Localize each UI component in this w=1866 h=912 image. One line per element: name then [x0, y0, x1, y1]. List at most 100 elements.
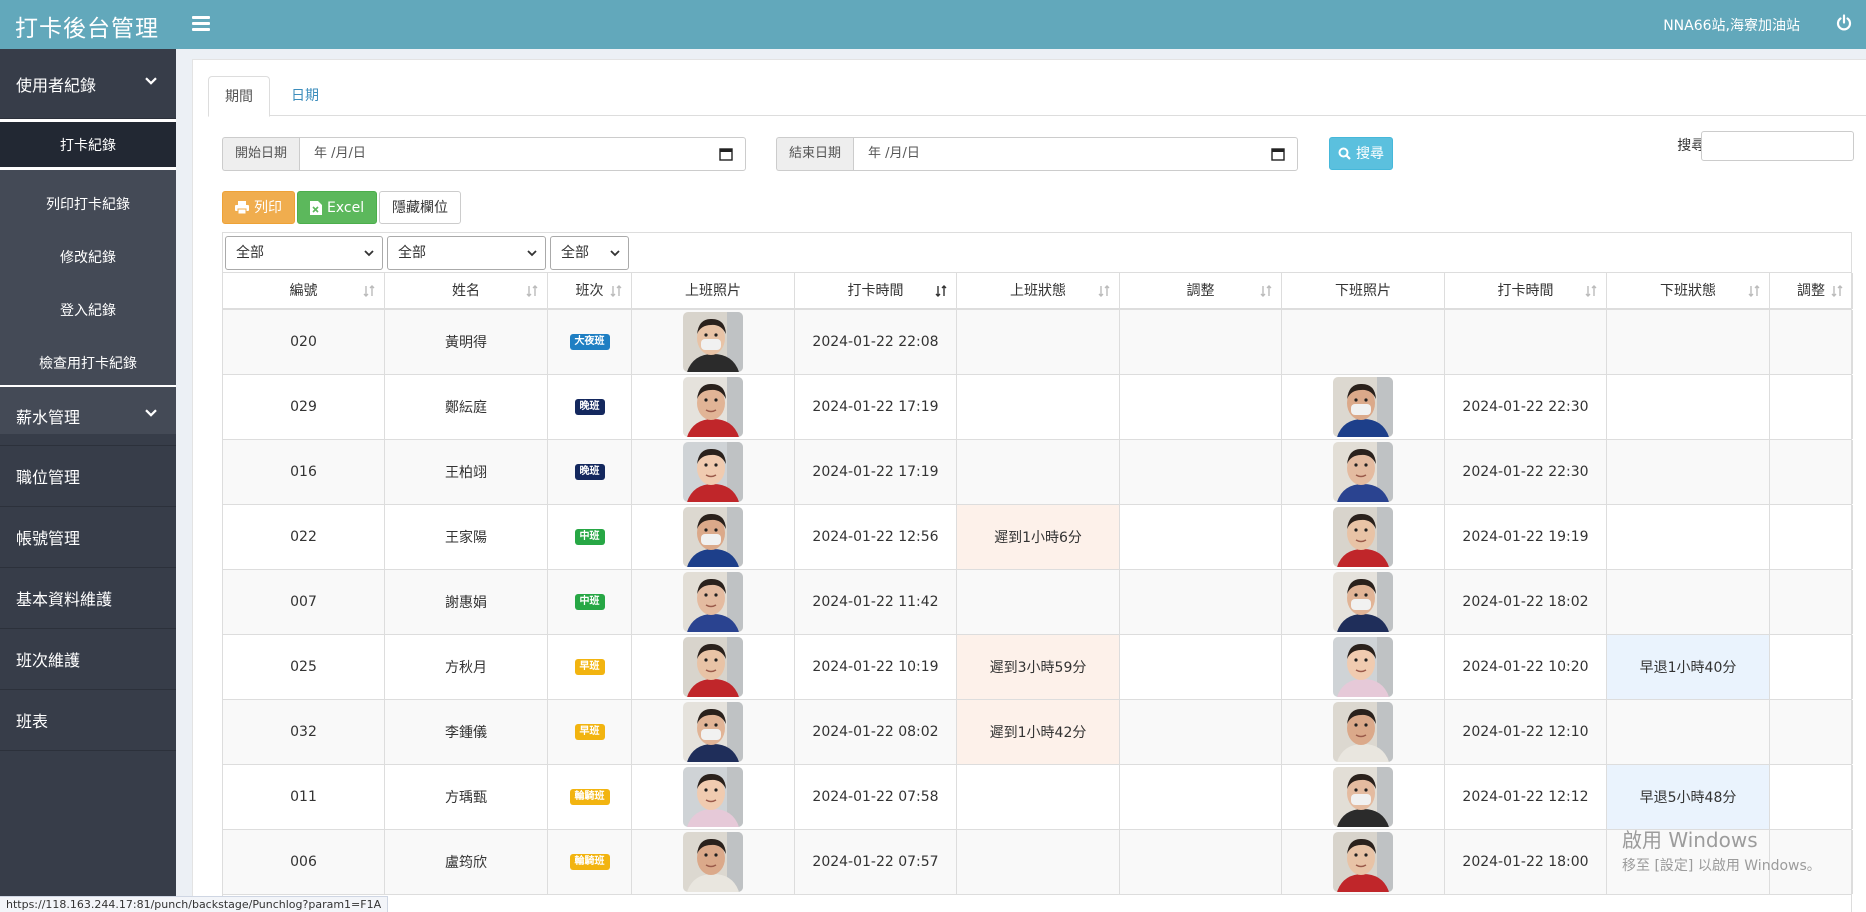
watermark-subtitle: 移至 [設定] 以啟用 Windows。 — [1622, 858, 1821, 874]
table-row[interactable]: 029 鄭紜庭 晚班 2024-01-22 17:19 2024-01-22 22:30 — [222, 375, 1853, 440]
cell-text: 盧筠欣 — [445, 855, 487, 871]
calendar-icon[interactable] — [719, 147, 733, 161]
menu-toggle-icon[interactable] — [192, 16, 210, 32]
app-brand[interactable]: 打卡後台管理 — [15, 9, 159, 43]
excel-file-icon — [310, 200, 322, 215]
sidebar-item-schedule[interactable]: 班表 — [0, 690, 176, 751]
clock-in-photo[interactable] — [683, 637, 743, 697]
tab-bar: 期間 日期 — [208, 76, 1866, 117]
table-row[interactable]: 011 方瑀甄 輪騎班 2024-01-22 07:58 2024-01-22 12:1… — [222, 765, 1853, 830]
table-row[interactable]: 007 謝惠娟 中班 2024-01-22 11:42 2024-01-22 18:02 — [222, 570, 1853, 635]
sidebar-item-accounts[interactable]: 帳號管理 — [0, 507, 176, 568]
end-date-input[interactable]: 年 /月/日 — [853, 137, 1298, 171]
sidebar-item-basic-data[interactable]: 基本資料維護 — [0, 568, 176, 629]
cell-out-photo — [1282, 375, 1445, 439]
clock-in-photo[interactable] — [683, 312, 743, 372]
table-row[interactable]: 025 方秋月 早班 2024-01-22 10:19 遲到3小時59分 2024-01-… — [222, 635, 1853, 700]
search-button[interactable]: 搜尋 — [1329, 137, 1393, 170]
clock-in-photo[interactable] — [683, 572, 743, 632]
cell-in-time: 2024-01-22 22:08 — [795, 310, 957, 374]
cell-text: 011 — [290, 789, 317, 805]
filter-select-1[interactable]: 全部 — [225, 236, 383, 270]
cell-shift: 輪騎班 — [548, 830, 632, 894]
table-row[interactable]: 032 李鍾儀 早班 2024-01-22 08:02 遲到1小時42分 2024-01-… — [222, 700, 1853, 765]
clock-out-photo[interactable] — [1333, 702, 1393, 762]
column-header-in-photo[interactable]: 上班照片 — [632, 273, 795, 309]
tab-period[interactable]: 期間 — [208, 76, 270, 117]
column-header-in-time[interactable]: 打卡時間 — [795, 273, 957, 309]
cell-text: 032 — [290, 724, 317, 740]
column-header-id[interactable]: 編號 — [223, 273, 385, 309]
column-header-out-time[interactable]: 打卡時間 — [1445, 273, 1607, 309]
sidebar-item-shifts[interactable]: 班次維護 — [0, 629, 176, 690]
clock-in-photo[interactable] — [683, 377, 743, 437]
power-icon[interactable] — [1834, 13, 1854, 33]
hide-columns-button[interactable]: 隱藏欄位 — [379, 191, 461, 224]
cell-in-adjust — [1120, 635, 1282, 699]
column-header-out-photo[interactable]: 下班照片 — [1282, 273, 1445, 309]
cell-text: 029 — [290, 399, 317, 415]
sort-icon — [1260, 285, 1272, 297]
excel-button[interactable]: Excel — [297, 191, 378, 224]
table-row[interactable]: 016 王柏翊 晚班 2024-01-22 17:19 2024-01-22 22:30 — [222, 440, 1853, 505]
clock-out-photo[interactable] — [1333, 442, 1393, 502]
sidebar-item-check-punch[interactable]: 檢查用打卡紀錄 — [0, 336, 176, 389]
table-search-input[interactable] — [1701, 131, 1854, 161]
clock-in-photo[interactable] — [683, 442, 743, 502]
table-header: 編號 姓名 班次 上班照片 打卡時間 上班狀態 調整 下班照片 打卡時間 下班狀態 調整 — [222, 272, 1853, 310]
clock-in-photo[interactable] — [683, 832, 743, 892]
cell-text: 2024-01-22 19:19 — [1462, 529, 1589, 545]
cell-in-status — [957, 830, 1120, 894]
clock-out-photo[interactable] — [1333, 637, 1393, 697]
clock-out-photo[interactable] — [1333, 767, 1393, 827]
column-header-label: 調整 — [1186, 283, 1215, 299]
cell-text: 早退5小時48分 — [1639, 790, 1737, 806]
sidebar-item-positions[interactable]: 職位管理 — [0, 446, 176, 507]
cell-out-time — [1445, 310, 1607, 374]
column-header-shift[interactable]: 班次 — [548, 273, 632, 309]
cell-text: 2024-01-22 12:56 — [812, 529, 939, 545]
cell-in-adjust — [1120, 375, 1282, 439]
sidebar-item-print-punch[interactable]: 列印打卡紀錄 — [0, 177, 176, 230]
cell-shift: 早班 — [548, 635, 632, 699]
clock-in-photo[interactable] — [683, 702, 743, 762]
tab-date[interactable]: 日期 — [275, 76, 335, 117]
clock-out-photo[interactable] — [1333, 832, 1393, 892]
cell-text: 方秋月 — [445, 660, 487, 676]
cell-out-photo — [1282, 310, 1445, 374]
calendar-icon[interactable] — [1271, 147, 1285, 161]
table-row[interactable]: 020 黃明得 大夜班 2024-01-22 22:08 — [222, 310, 1853, 375]
clock-out-photo[interactable] — [1333, 377, 1393, 437]
clock-in-photo[interactable] — [683, 507, 743, 567]
clock-out-photo[interactable] — [1333, 572, 1393, 632]
windows-activation-watermark: 啟用 Windows 移至 [設定] 以啟用 Windows。 — [1622, 824, 1821, 875]
column-header-in-status[interactable]: 上班狀態 — [957, 273, 1120, 309]
cell-name: 謝惠娟 — [385, 570, 548, 634]
column-header-out-status[interactable]: 下班狀態 — [1607, 273, 1770, 309]
print-button[interactable]: 列印 — [222, 191, 295, 224]
cell-in-adjust — [1120, 765, 1282, 829]
table-row[interactable]: 006 盧筠欣 輪騎班 2024-01-22 07:57 2024-01-22 18:0… — [222, 830, 1853, 895]
station-name[interactable]: NNA66站,海寮加油站 — [1663, 15, 1800, 35]
column-header-in-adjust[interactable]: 調整 — [1120, 273, 1282, 309]
filter-select-3[interactable]: 全部 — [550, 236, 629, 270]
cell-shift: 大夜班 — [548, 310, 632, 374]
sidebar-item-login-records[interactable]: 登入紀錄 — [0, 283, 176, 336]
status-bar-url: https://118.163.244.17:81/punch/backstag… — [0, 896, 389, 912]
cell-in-time: 2024-01-22 10:19 — [795, 635, 957, 699]
sidebar-group-salary[interactable]: 薪水管理 — [0, 385, 176, 446]
column-header-name[interactable]: 姓名 — [385, 273, 548, 309]
column-header-out-adjust[interactable]: 調整 — [1770, 273, 1853, 309]
table-row[interactable]: 022 王家陽 中班 2024-01-22 12:56 遲到1小時6分 2024-01-2… — [222, 505, 1853, 570]
clock-out-photo[interactable] — [1333, 507, 1393, 567]
sort-icon — [1748, 285, 1760, 297]
sidebar-item-modify-records[interactable]: 修改紀錄 — [0, 230, 176, 283]
sidebar-item-punch-records[interactable]: 打卡紀錄 — [0, 119, 176, 170]
avatar-photo-image — [1333, 637, 1393, 697]
sidebar-group-user-records[interactable]: 使用者紀錄 — [0, 49, 176, 119]
table-row[interactable] — [222, 895, 1852, 912]
start-date-input[interactable]: 年 /月/日 — [299, 137, 746, 171]
filter-select-2[interactable]: 全部 — [387, 236, 546, 270]
sidebar-item-label: 列印打卡紀錄 — [46, 196, 130, 213]
clock-in-photo[interactable] — [683, 767, 743, 827]
